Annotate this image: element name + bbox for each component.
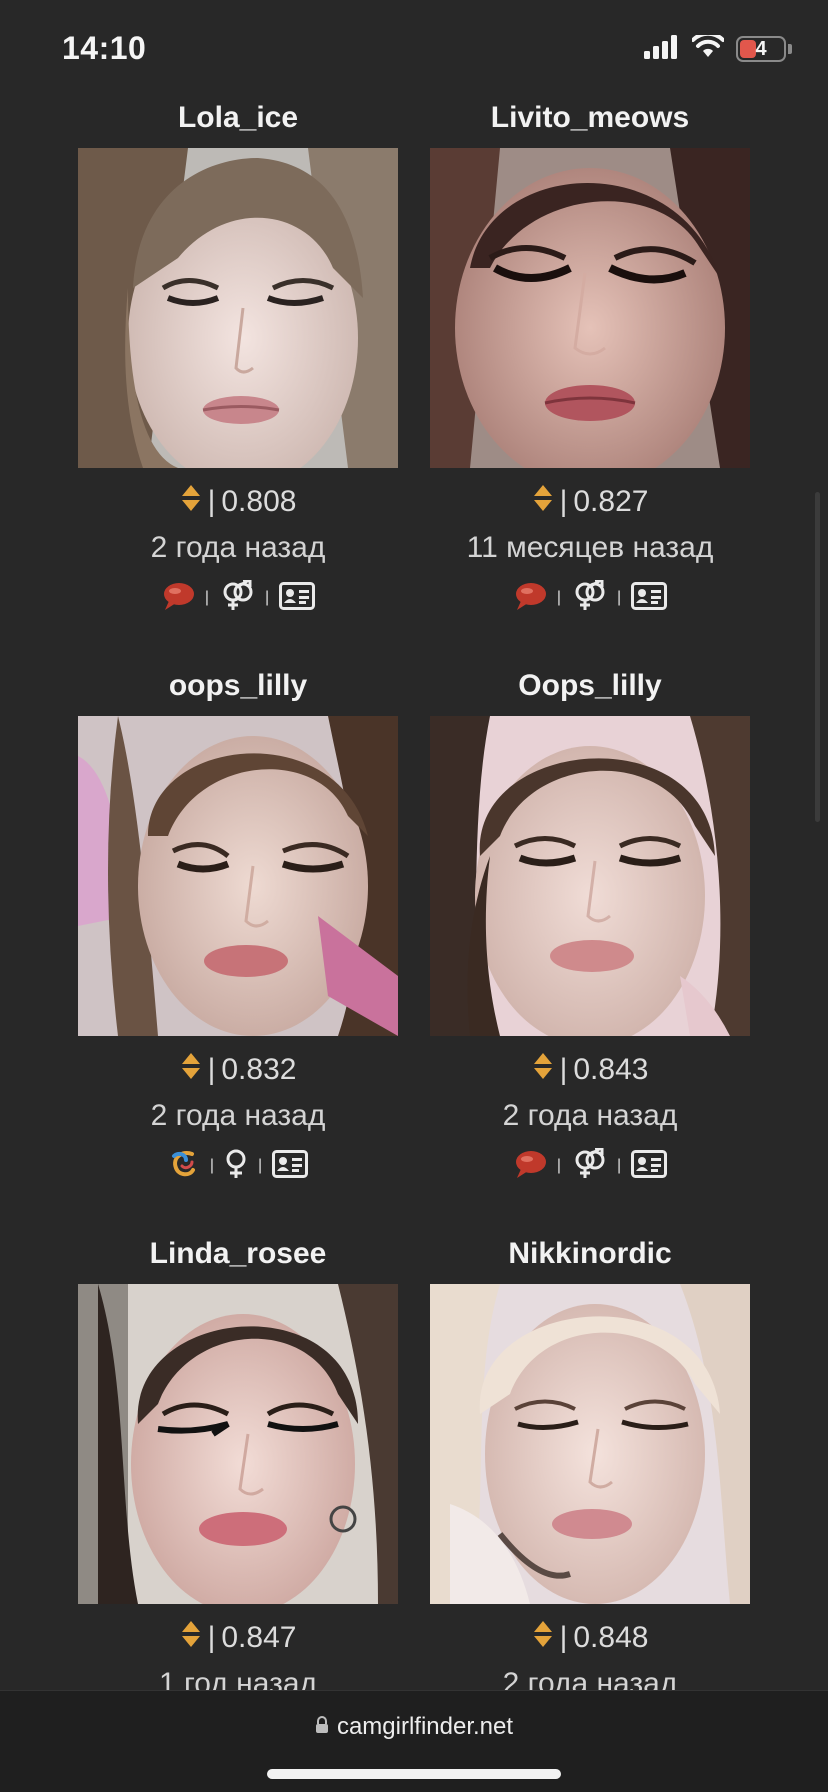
chat-bubble-icon[interactable] [513, 1149, 547, 1184]
time-ago: 11 месяцев назад [466, 531, 714, 564]
female-icon[interactable] [224, 1148, 248, 1185]
time-ago: 2 года назад [502, 1099, 678, 1132]
gender-mixed-icon[interactable] [571, 1146, 607, 1185]
card-name[interactable]: Linda_rosee [62, 1232, 414, 1276]
separator: | [265, 589, 270, 606]
similarity-score: 0.827 [573, 485, 649, 518]
sort-arrows-icon [180, 1051, 202, 1089]
similarity-score-row: | 0.827 [414, 482, 766, 522]
separator: | [258, 1157, 263, 1174]
face-thumbnail[interactable] [430, 1284, 750, 1604]
sort-arrows-icon [532, 1051, 554, 1089]
similarity-score-row: | 0.847 [62, 1618, 414, 1658]
separator: | [559, 485, 568, 518]
address-bar[interactable]: camgirlfinder.net [0, 1713, 828, 1741]
id-card-icon[interactable] [631, 1149, 668, 1183]
sort-arrows-icon [532, 1619, 554, 1657]
status-time: 14:10 [62, 30, 147, 66]
card-name[interactable]: Nikkinordic [414, 1232, 766, 1276]
similarity-score-row: | 0.848 [414, 1618, 766, 1658]
home-indicator[interactable] [267, 1769, 561, 1779]
card-icons: | | [62, 578, 414, 618]
battery-icon: 4 [736, 36, 792, 62]
chat-bubble-icon[interactable] [161, 581, 195, 616]
card-name[interactable]: Oops_lilly [414, 664, 766, 708]
separator: | [207, 1621, 216, 1654]
similarity-score: 0.843 [573, 1053, 649, 1086]
face-thumbnail[interactable] [78, 148, 398, 468]
card-name[interactable]: Lola_ice [62, 96, 414, 140]
scrollbar[interactable] [815, 492, 820, 822]
result-card[interactable]: Lola_ice | 0.808 2 года назад | | [62, 96, 414, 618]
gender-mixed-icon[interactable] [571, 578, 607, 617]
similarity-score-row: | 0.808 [62, 482, 414, 522]
gender-mixed-icon[interactable] [219, 578, 255, 617]
separator: | [204, 589, 209, 606]
id-card-icon[interactable] [272, 1149, 309, 1183]
separator: | [617, 589, 622, 606]
cellular-signal-icon [644, 34, 680, 64]
separator: | [209, 1157, 214, 1174]
result-card[interactable]: Nikkinordic | 0.848 2 года назад [414, 1232, 766, 1704]
face-thumbnail[interactable] [430, 148, 750, 468]
face-thumbnail[interactable] [78, 1284, 398, 1604]
sort-arrows-icon [180, 483, 202, 521]
battery-level: 4 [755, 37, 767, 60]
similarity-score: 0.848 [573, 1621, 649, 1654]
separator: | [556, 1157, 561, 1174]
face-thumbnail[interactable] [78, 716, 398, 1036]
similarity-score-row: | 0.843 [414, 1050, 766, 1090]
card-name[interactable]: Livito_meows [414, 96, 766, 140]
status-icons: 4 [644, 31, 792, 64]
separator: | [559, 1621, 568, 1654]
card-icons: | | [62, 1146, 414, 1186]
similarity-score-row: | 0.832 [62, 1050, 414, 1090]
swirl-logo-icon[interactable] [168, 1148, 200, 1185]
similarity-score: 0.808 [221, 485, 297, 518]
card-name[interactable]: oops_lilly [62, 664, 414, 708]
result-card[interactable]: Oops_lilly | 0.843 2 года назад | | [414, 664, 766, 1186]
id-card-icon[interactable] [279, 581, 316, 615]
browser-bottom-bar: camgirlfinder.net [0, 1690, 828, 1792]
result-card[interactable]: Linda_rosee | 0.847 1 год назад [62, 1232, 414, 1704]
wifi-icon [691, 31, 725, 64]
chat-bubble-icon[interactable] [513, 581, 547, 616]
result-card[interactable]: Livito_meows | 0.827 11 месяцев назад | … [414, 96, 766, 618]
separator: | [617, 1157, 622, 1174]
separator: | [207, 1053, 216, 1086]
similarity-score: 0.847 [221, 1621, 297, 1654]
id-card-icon[interactable] [631, 581, 668, 615]
separator: | [559, 1053, 568, 1086]
face-thumbnail[interactable] [430, 716, 750, 1036]
status-bar: 14:10 4 [0, 0, 828, 100]
result-card[interactable]: oops_lilly | 0.832 2 года назад | | [62, 664, 414, 1186]
separator: | [556, 589, 561, 606]
separator: | [207, 485, 216, 518]
sort-arrows-icon [180, 1619, 202, 1657]
time-ago: 2 года назад [150, 1099, 326, 1132]
time-ago: 2 года назад [150, 531, 326, 564]
card-icons: | | [414, 578, 766, 618]
sort-arrows-icon [532, 483, 554, 521]
card-icons: | | [414, 1146, 766, 1186]
lock-icon [315, 1713, 329, 1741]
similarity-score: 0.832 [221, 1053, 297, 1086]
url-text[interactable]: camgirlfinder.net [337, 1713, 513, 1741]
